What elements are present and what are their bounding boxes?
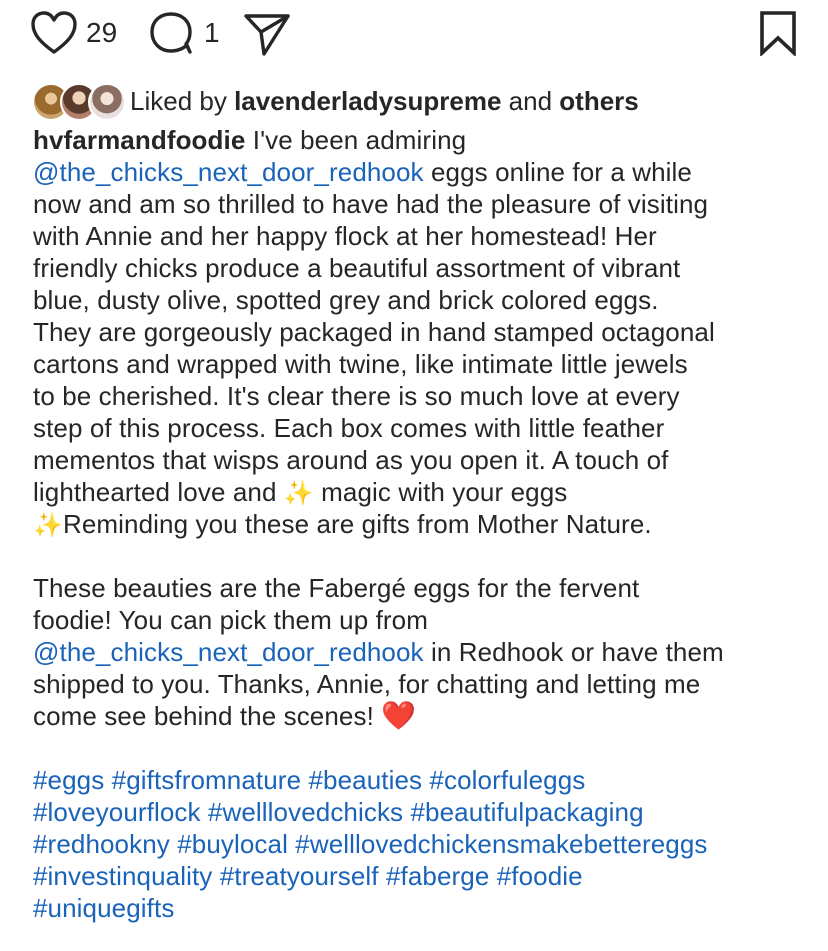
sparkles-emoji-icon: ✨	[283, 480, 314, 507]
caption-text: blue, dusty olive, spotted grey and bric…	[33, 285, 659, 315]
caption-text: come see behind the scenes!	[33, 701, 382, 731]
liked-by-user-link[interactable]: lavenderladysupreme	[234, 86, 501, 117]
comment-icon[interactable]	[148, 10, 196, 61]
caption-text: now and am so thrilled to have had the p…	[33, 189, 709, 219]
liked-by-and: and	[508, 85, 553, 116]
bookmark-icon[interactable]	[758, 10, 798, 61]
caption-text: magic with your eggs	[313, 477, 568, 507]
caption-text: These beauties are the Fabergé eggs for …	[33, 573, 640, 603]
liked-by-avatars[interactable]	[32, 83, 126, 121]
like-count[interactable]: 29	[86, 17, 117, 49]
share-icon[interactable]	[242, 10, 292, 61]
liked-by-prefix: Liked by	[130, 85, 227, 116]
caption-text: mementos that wisps around as you open i…	[33, 445, 669, 475]
mention-link[interactable]: @the_chicks_next_door_redhook	[33, 637, 424, 667]
hashtag-line[interactable]: #investinquality #treatyourself #faberge…	[33, 860, 803, 892]
hashtag-line[interactable]: #uniquegifts	[33, 892, 803, 924]
mention-link[interactable]: @the_chicks_next_door_redhook	[33, 157, 424, 187]
hashtag-line[interactable]: #redhookny #buylocal #welllovedchickensm…	[33, 828, 803, 860]
caption-text: shipped to you. Thanks, Annie, for chatt…	[33, 669, 701, 699]
liked-by-row[interactable]: Liked by lavenderladysupreme and others	[32, 82, 639, 121]
heart-outline-icon[interactable]	[30, 10, 78, 61]
hashtag-line[interactable]: #loveyourflock #welllovedchicks #beautif…	[33, 796, 803, 828]
avatar[interactable]	[88, 83, 126, 121]
caption-text: to be cherished. It's clear there is so …	[33, 381, 680, 411]
comment-count[interactable]: 1	[204, 17, 220, 49]
caption-text: Reminding you these are gifts from Mothe…	[62, 509, 652, 539]
red-heart-emoji-icon: ❤️	[381, 700, 417, 731]
caption-text: They are gorgeously packaged in hand sta…	[33, 317, 715, 347]
post-panel: 29 1 Liked by lavenderladysupreme and ot	[0, 0, 828, 951]
caption-text: eggs online for a while	[423, 157, 692, 187]
post-caption: hvfarmandfoodie I've been admiring @the_…	[33, 124, 803, 924]
sparkles-emoji-icon: ✨	[33, 512, 63, 539]
caption-text: with Annie and her happy flock at her ho…	[33, 221, 657, 251]
caption-text: cartons and wrapped with twine, like int…	[33, 349, 688, 379]
hashtag-line[interactable]: #eggs #giftsfromnature #beauties #colorf…	[33, 764, 803, 796]
caption-username-link[interactable]: hvfarmandfoodie	[33, 125, 245, 155]
caption-text: foodie! You can pick them up from	[33, 605, 428, 635]
caption-text: step of this process. Each box comes wit…	[33, 413, 665, 443]
caption-text: lighthearted love and	[33, 477, 284, 507]
caption-text: I've been admiring	[245, 125, 467, 155]
caption-text: friendly chicks produce a beautiful asso…	[33, 253, 681, 283]
caption-text: in Redhook or have them	[423, 637, 724, 667]
post-action-bar: 29 1	[30, 10, 798, 58]
liked-by-others-link[interactable]: others	[559, 86, 638, 117]
